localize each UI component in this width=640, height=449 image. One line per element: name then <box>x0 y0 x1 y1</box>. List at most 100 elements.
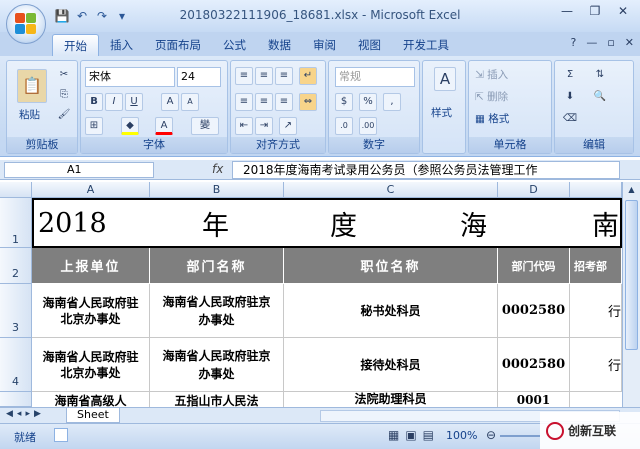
font-color-icon[interactable]: A <box>155 117 173 135</box>
styles-icon[interactable]: A <box>434 67 456 91</box>
macro-record-icon[interactable] <box>54 428 68 442</box>
font-size-input[interactable]: 24 <box>177 67 221 87</box>
tab-insert[interactable]: 插入 <box>99 34 144 56</box>
tab-developer[interactable]: 开发工具 <box>392 34 460 56</box>
row-header-4[interactable]: 4 <box>0 338 32 392</box>
column-header-b[interactable]: B <box>150 182 284 198</box>
table-cell[interactable]: 0001 <box>498 392 570 407</box>
format-painter-icon[interactable]: 🖌 <box>55 107 73 125</box>
align-left-icon[interactable]: ≡ <box>235 93 253 111</box>
view-buttons[interactable]: ▦▣▤ <box>388 428 440 442</box>
align-top-icon[interactable]: ≡ <box>235 67 253 85</box>
sheet-tab[interactable]: Sheet <box>66 408 120 423</box>
name-box[interactable]: A1 <box>4 162 154 178</box>
table-cell[interactable]: 法院助理科员 <box>284 392 498 407</box>
percent-icon[interactable]: % <box>359 93 377 111</box>
table-cell[interactable]: 海南省人民政府驻京办事处 <box>150 284 284 338</box>
row-header-5[interactable] <box>0 392 32 407</box>
tab-view[interactable]: 视图 <box>347 34 392 56</box>
table-cell[interactable]: 五指山市人民法 <box>150 392 284 407</box>
zoom-slider[interactable] <box>500 435 540 437</box>
phonetic-icon[interactable]: 變 <box>191 117 219 135</box>
tab-review[interactable]: 审阅 <box>302 34 347 56</box>
header-cell[interactable]: 部门代码 <box>498 248 570 284</box>
currency-icon[interactable]: $ <box>335 93 353 111</box>
cut-icon[interactable]: ✂ <box>55 67 73 85</box>
column-header-c[interactable]: C <box>284 182 498 198</box>
underline-icon[interactable]: U <box>125 93 143 111</box>
header-cell[interactable]: 职位名称 <box>284 248 498 284</box>
wrap-text-icon[interactable]: ↵ <box>299 67 317 85</box>
header-cell[interactable]: 上报单位 <box>32 248 150 284</box>
scroll-thumb[interactable] <box>625 200 638 350</box>
copy-icon[interactable]: ⎘ <box>55 87 73 105</box>
number-format-select[interactable]: 常规 <box>335 67 415 87</box>
row-header-3[interactable]: 3 <box>0 284 32 338</box>
sort-filter-icon[interactable]: ⇅ <box>591 67 609 85</box>
table-cell[interactable]: 0002580 <box>498 338 570 392</box>
align-right-icon[interactable]: ≡ <box>275 93 293 111</box>
insert-cells-button[interactable]: ⇲ 插入 <box>475 67 508 82</box>
close-button[interactable]: ✕ <box>610 2 636 20</box>
zoom-level[interactable]: 100% <box>446 429 477 442</box>
row-header-1[interactable]: 1 <box>0 198 32 248</box>
find-select-icon[interactable]: 🔍 <box>591 89 609 107</box>
scroll-up-icon[interactable]: ▲ <box>623 182 640 198</box>
table-cell[interactable]: 行 <box>570 338 622 392</box>
table-cell[interactable]: 秘书处科员 <box>284 284 498 338</box>
insert-function-icon[interactable]: fx <box>212 162 223 176</box>
table-cell[interactable]: 接待处科员 <box>284 338 498 392</box>
autosum-icon[interactable]: Σ <box>561 67 579 85</box>
zoom-out-icon[interactable]: ⊖ <box>486 428 496 442</box>
increase-indent-icon[interactable]: ⇥ <box>255 117 273 135</box>
tab-home[interactable]: 开始 <box>52 34 99 56</box>
restore-button[interactable]: ❐ <box>582 2 608 20</box>
borders-icon[interactable]: ⊞ <box>85 117 103 135</box>
minimize-button[interactable]: — <box>554 2 580 20</box>
comma-icon[interactable]: , <box>383 93 401 111</box>
minimize-workbook-button[interactable]: — <box>586 36 597 49</box>
fill-icon[interactable]: ⬇ <box>561 89 579 107</box>
column-header-a[interactable]: A <box>32 182 150 198</box>
column-header-e[interactable] <box>570 182 622 198</box>
vertical-scrollbar[interactable]: ▲ <box>622 182 640 407</box>
increase-decimal-icon[interactable]: .0 <box>335 117 353 135</box>
align-middle-icon[interactable]: ≡ <box>255 67 273 85</box>
fill-color-icon[interactable]: ◆ <box>121 117 139 135</box>
header-cell[interactable]: 招考部 <box>570 248 622 284</box>
table-cell[interactable]: 海南省高级人 <box>32 392 150 407</box>
shrink-font-icon[interactable]: A <box>181 93 199 111</box>
help-icon[interactable]: ? <box>570 36 576 49</box>
sheet-nav-icons[interactable]: ◀◂▸▶ <box>6 409 45 419</box>
tab-data[interactable]: 数据 <box>257 34 302 56</box>
merge-center-icon[interactable]: ⇔ <box>299 93 317 111</box>
align-center-icon[interactable]: ≡ <box>255 93 273 111</box>
title-cell-a1[interactable]: 2018 年 度 海 南 <box>32 198 622 248</box>
delete-cells-button[interactable]: ⇱ 删除 <box>475 89 508 104</box>
tab-formulas[interactable]: 公式 <box>212 34 257 56</box>
paste-icon[interactable]: 📋 <box>17 69 47 103</box>
header-cell[interactable]: 部门名称 <box>150 248 284 284</box>
decrease-indent-icon[interactable]: ⇤ <box>235 117 253 135</box>
formula-input[interactable]: 2018年度海南考试录用公务员（参照公务员法管理工作 <box>232 161 620 179</box>
font-name-input[interactable]: 宋体 <box>85 67 175 87</box>
bold-icon[interactable]: B <box>85 93 103 111</box>
table-cell[interactable]: 0002580 <box>498 284 570 338</box>
close-workbook-button[interactable]: ✕ <box>625 36 634 49</box>
clear-icon[interactable]: ⌫ <box>561 111 579 129</box>
row-header-2[interactable]: 2 <box>0 248 32 284</box>
styles-button[interactable]: 样式 <box>431 105 452 120</box>
align-bottom-icon[interactable]: ≡ <box>275 67 293 85</box>
format-cells-button[interactable]: ▦ 格式 <box>475 111 509 126</box>
table-cell[interactable]: 海南省人民政府驻北京办事处 <box>32 284 150 338</box>
restore-workbook-button[interactable]: ▫ <box>607 36 614 49</box>
column-header-d[interactable]: D <box>498 182 570 198</box>
orientation-icon[interactable]: ↗ <box>279 117 297 135</box>
office-button[interactable] <box>6 4 46 44</box>
grow-font-icon[interactable]: A <box>161 93 179 111</box>
italic-icon[interactable]: I <box>105 93 123 111</box>
table-cell[interactable]: 海南省人民政府驻北京办事处 <box>32 338 150 392</box>
table-cell[interactable]: 行 <box>570 284 622 338</box>
decrease-decimal-icon[interactable]: .00 <box>359 117 377 135</box>
table-cell[interactable]: 海南省人民政府驻京办事处 <box>150 338 284 392</box>
